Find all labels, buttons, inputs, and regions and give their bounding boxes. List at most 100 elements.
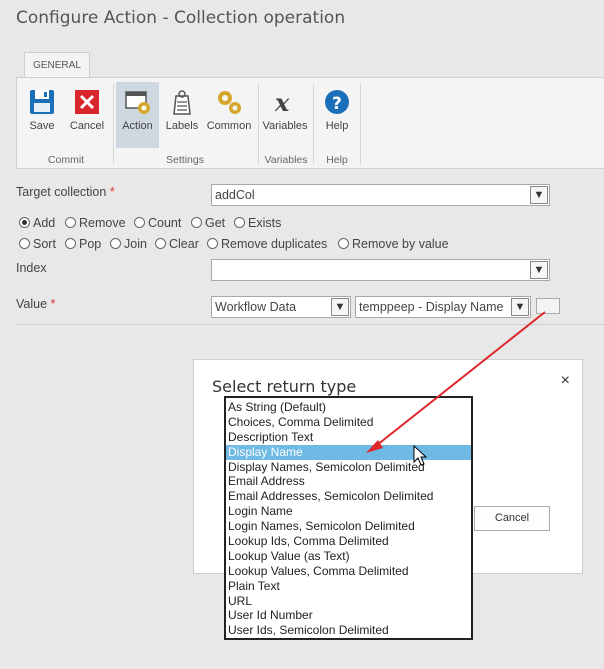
variables-label: Variables: [262, 120, 308, 132]
value-source-select[interactable]: Workflow Data ▼: [211, 296, 351, 318]
radio-label: Get: [205, 216, 226, 230]
value-field-text: temppeep - Display Name: [359, 300, 504, 314]
cancel-button[interactable]: Cancel: [65, 82, 109, 148]
dialog-cancel-button[interactable]: Cancel: [474, 506, 550, 531]
index-label: Index: [16, 261, 47, 275]
list-item[interactable]: User Ids, Semicolon Delimited: [226, 623, 471, 638]
value-source-text: Workflow Data: [215, 300, 297, 314]
tag-icon: [173, 90, 191, 115]
action-label: Action: [122, 120, 153, 132]
radio-get[interactable]: Get: [191, 216, 225, 230]
radio-label: Remove duplicates: [221, 237, 328, 251]
help-label: Help: [325, 120, 349, 132]
value-label: Value *: [16, 297, 55, 311]
list-item[interactable]: Login Name: [226, 504, 471, 519]
radio-icon: [134, 217, 145, 228]
group-settings: Settings: [166, 154, 204, 166]
radio-exists[interactable]: Exists: [234, 216, 281, 230]
target-collection-select[interactable]: addCol ▼: [211, 184, 550, 206]
radio-remove[interactable]: Remove: [65, 216, 126, 230]
radio-icon: [19, 238, 30, 249]
radio-icon: [110, 238, 121, 249]
group-help: Help: [326, 154, 348, 166]
ribbon-divider: [313, 84, 314, 164]
target-collection-text: Target collection: [16, 185, 107, 199]
radio-join[interactable]: Join: [110, 237, 147, 251]
labels-button[interactable]: Labels: [162, 82, 202, 148]
radio-remove-duplicates[interactable]: Remove duplicates: [207, 237, 327, 251]
radio-selected-icon: [19, 217, 30, 228]
radio-label: Pop: [79, 237, 102, 251]
list-item[interactable]: Lookup Value (as Text): [226, 549, 471, 564]
window-title: Configure Action - Collection operation: [16, 8, 346, 28]
svg-text:?: ?: [332, 94, 342, 114]
radio-label: Remove by value: [352, 237, 449, 251]
radio-icon: [65, 217, 76, 228]
radio-sort[interactable]: Sort: [19, 237, 56, 251]
list-item[interactable]: Login Names, Semicolon Delimited: [226, 519, 471, 534]
radio-count[interactable]: Count: [134, 216, 181, 230]
radio-icon: [155, 238, 166, 249]
list-item[interactable]: Email Addresses, Semicolon Delimited: [226, 489, 471, 504]
list-item[interactable]: Lookup Values, Comma Delimited: [226, 564, 471, 579]
list-item[interactable]: Lookup Ids, Comma Delimited: [226, 534, 471, 549]
cancel-icon: [75, 90, 99, 114]
target-collection-value: addCol: [215, 188, 255, 202]
radio-pop[interactable]: Pop: [65, 237, 101, 251]
cancel-label: Cancel: [69, 120, 105, 132]
save-label: Save: [29, 120, 55, 132]
index-select[interactable]: ▼: [211, 259, 550, 281]
save-icon: [30, 90, 54, 114]
radio-label: Add: [33, 216, 56, 230]
variables-button[interactable]: x Variables: [260, 82, 310, 148]
radio-label: Exists: [248, 216, 282, 230]
action-button[interactable]: Action: [116, 82, 159, 148]
close-icon[interactable]: ×: [561, 372, 570, 390]
radio-label: Remove: [79, 216, 126, 230]
list-item[interactable]: URL: [226, 594, 471, 609]
radio-icon: [191, 217, 202, 228]
chevron-down-icon[interactable]: ▼: [530, 261, 548, 279]
ribbon-divider: [113, 84, 114, 164]
ribbon-divider: [258, 84, 259, 164]
radio-clear[interactable]: Clear: [155, 237, 199, 251]
list-item[interactable]: Display Names, Semicolon Delimited: [226, 460, 471, 475]
return-type-listbox[interactable]: As String (Default) Choices, Comma Delim…: [224, 396, 473, 640]
common-button[interactable]: Common: [204, 82, 254, 148]
list-item[interactable]: As String (Default): [226, 400, 471, 415]
radio-label: Join: [124, 237, 147, 251]
radio-icon: [65, 238, 76, 249]
radio-label: Count: [148, 216, 182, 230]
chevron-down-icon[interactable]: ▼: [511, 298, 529, 316]
group-commit: Commit: [47, 154, 85, 166]
save-button[interactable]: Save: [21, 82, 63, 148]
dialog-title: Select return type: [212, 377, 357, 396]
list-item[interactable]: User Id Number: [226, 608, 471, 623]
list-item[interactable]: Email Address: [226, 474, 471, 489]
tab-general[interactable]: GENERAL: [24, 52, 90, 78]
required-marker: *: [50, 297, 56, 311]
radio-add[interactable]: Add: [19, 216, 55, 230]
list-item-selected[interactable]: Display Name: [226, 444, 471, 460]
return-type-button[interactable]: [536, 298, 560, 314]
chevron-down-icon[interactable]: ▼: [530, 186, 548, 204]
variable-x-icon: x: [274, 88, 290, 116]
required-marker: *: [109, 185, 115, 199]
value-field-select[interactable]: temppeep - Display Name ▼: [355, 296, 531, 318]
list-item[interactable]: Description Text: [226, 430, 471, 445]
ribbon: Save Cancel Action Labels Common x Varia…: [16, 77, 604, 169]
radio-label: Sort: [33, 237, 56, 251]
ribbon-divider: [360, 84, 361, 164]
list-item[interactable]: Plain Text: [226, 579, 471, 594]
group-variables: Variables: [264, 154, 308, 166]
target-collection-label: Target collection *: [16, 185, 115, 199]
common-label: Common: [206, 120, 252, 132]
radio-icon: [207, 238, 218, 249]
radio-remove-by-value[interactable]: Remove by value: [338, 237, 449, 251]
gears-icon: [218, 91, 241, 114]
help-button[interactable]: ? Help: [316, 82, 358, 148]
list-item[interactable]: Choices, Comma Delimited: [226, 415, 471, 430]
chevron-down-icon[interactable]: ▼: [331, 298, 349, 316]
labels-label: Labels: [165, 120, 199, 132]
radio-label: Clear: [169, 237, 199, 251]
